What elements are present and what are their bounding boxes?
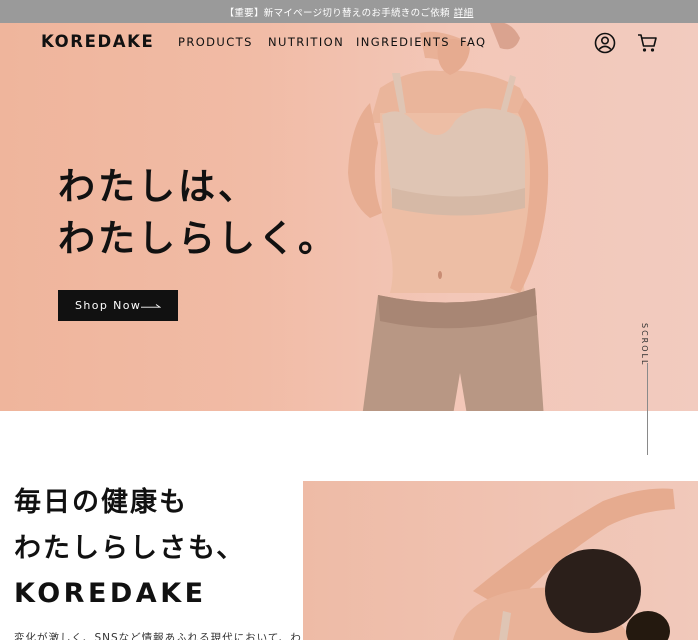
section2-heading: 毎日の健康も わたしらしさも、 KOREDAKE	[14, 480, 245, 617]
section2-title-line1: 毎日の健康も	[14, 487, 188, 518]
hero-section: KOREDAKE PRODUCTS NUTRITION INGREDIENTS …	[0, 23, 698, 411]
brand-logo[interactable]: KOREDAKE	[41, 32, 154, 51]
section2-body-text: 変化が激しく、SNSなど情報あふれる現代において、わ	[14, 632, 302, 640]
nav-ingredients[interactable]: INGREDIENTS	[356, 35, 450, 49]
account-icon[interactable]	[594, 32, 616, 54]
shop-now-button[interactable]: Shop Now	[58, 290, 178, 321]
section2-title-line3: KOREDAKE	[14, 578, 207, 609]
stretching-illustration	[453, 488, 675, 640]
nav-faq[interactable]: FAQ	[460, 35, 486, 49]
nav-nutrition[interactable]: NUTRITION	[268, 35, 344, 49]
scroll-indicator-line	[647, 363, 648, 455]
shop-now-label: Shop Now	[75, 299, 142, 312]
section2-title-line2: わたしらしさも、	[14, 532, 246, 564]
announcement-text: 【重要】新マイページ切り替えのお手続きのご依頼	[224, 7, 450, 19]
stretching-model-image	[303, 481, 698, 640]
hero-headline-line2: わたしらしく。	[58, 217, 338, 260]
arrow-right-icon	[141, 304, 161, 308]
hero-model-image	[348, 23, 549, 411]
announcement-detail-link[interactable]: 詳細	[454, 5, 474, 19]
announcement-bar: 【重要】新マイページ切り替えのお手続きのご依頼 詳細	[0, 0, 698, 23]
hero-headline-line1: わたしは、	[58, 165, 258, 208]
nav-products[interactable]: PRODUCTS	[178, 35, 253, 49]
scroll-indicator-label: SCROLL	[640, 323, 649, 367]
cart-icon[interactable]	[636, 32, 658, 54]
hero-headline: わたしは、 わたしらしく。	[58, 161, 338, 265]
